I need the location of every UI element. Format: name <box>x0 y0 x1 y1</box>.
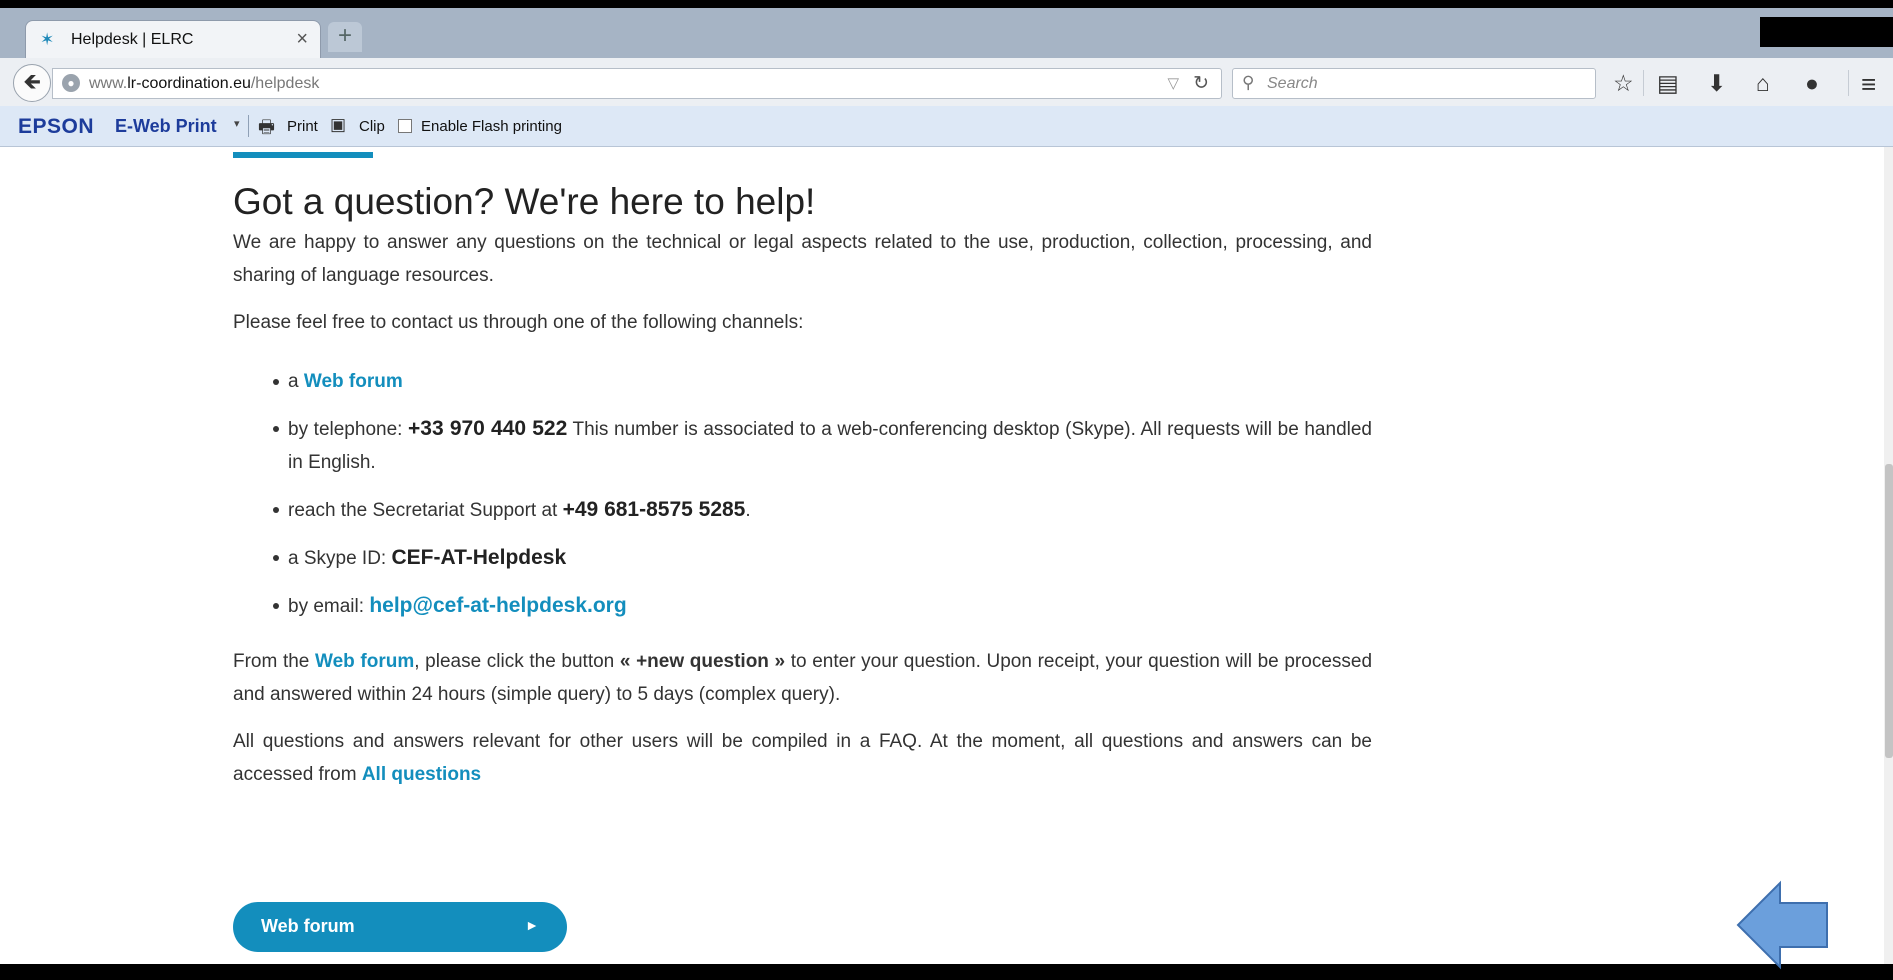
enable-flash-label[interactable]: Enable Flash printing <box>421 118 562 135</box>
list-item-telephone: by telephone: +33 970 440 522 This numbe… <box>273 412 1372 479</box>
phone-number: +33 970 440 522 <box>408 417 568 440</box>
web-forum-link-inline[interactable]: Web forum <box>315 651 414 672</box>
web-forum-button-label: Web forum <box>261 916 355 936</box>
chat-icon[interactable]: ● <box>1805 71 1819 95</box>
list-item-email: by email: help@cef-at-helpdesk.org <box>273 589 1372 623</box>
helpdesk-content: Got a question? We're here to help! We a… <box>233 181 1372 805</box>
accent-bar <box>233 152 373 158</box>
web-forum-button[interactable]: Web forum ► <box>233 902 567 952</box>
faq-paragraph: All questions and answers relevant for o… <box>233 731 1372 785</box>
page-title: Got a question? We're here to help! <box>233 181 816 222</box>
toolbar-separator <box>248 115 249 137</box>
eweb-print-menu[interactable]: E-Web Print <box>115 116 217 137</box>
epson-toolbar: EPSON E-Web Print ▾ 🖶 Print ▣ Clip Enabl… <box>0 106 1893 147</box>
download-icon[interactable]: ⬇ <box>1707 71 1726 95</box>
email-link[interactable]: help@cef-at-helpdesk.org <box>369 594 626 617</box>
tab-title: Helpdesk | ELRC <box>71 31 194 48</box>
search-icon: ⚲ <box>1242 73 1255 92</box>
process-paragraph: From the Web forum, please click the but… <box>233 651 1373 705</box>
intro-paragraph: We are happy to answer any questions on … <box>233 232 1372 286</box>
clip-icon[interactable]: ▣ <box>330 115 346 135</box>
url-text[interactable]: www.lr-coordination.eu/helpdesk <box>89 75 319 93</box>
list-item-skype: a Skype ID: CEF-AT-Helpdesk <box>273 541 1372 575</box>
toolbar-separator <box>1848 70 1849 96</box>
all-questions-link[interactable]: All questions <box>362 764 481 785</box>
browser-window: ✶ Helpdesk | ELRC × + ● www.lr-coordinat… <box>0 8 1893 964</box>
elrc-star-icon: ✶ <box>40 30 55 49</box>
menu-icon[interactable]: ≡ <box>1861 69 1876 100</box>
tab-strip: ✶ Helpdesk | ELRC × + <box>0 8 1893 58</box>
back-arrow-icon: 🡸 <box>23 69 41 94</box>
scrollbar-thumb[interactable] <box>1885 464 1893 758</box>
back-button[interactable]: 🡸 <box>13 64 51 102</box>
globe-icon: ● <box>62 74 80 92</box>
dropdown-triangle-icon[interactable]: ▽ <box>1167 74 1179 92</box>
epson-logo: EPSON <box>18 115 95 138</box>
list-item-secretariat: reach the Secretariat Support at +49 681… <box>273 493 1372 527</box>
bookmark-star-icon[interactable]: ☆ <box>1613 71 1634 95</box>
chevron-down-icon[interactable]: ▾ <box>234 117 240 130</box>
navigation-bar: ● www.lr-coordination.eu/helpdesk ▽ ↻ 🡸 … <box>0 58 1893 107</box>
search-bar[interactable]: ⚲ Search <box>1232 68 1596 99</box>
list-item-forum: a Web forum <box>273 365 1372 398</box>
vertical-scrollbar[interactable] <box>1884 147 1893 964</box>
printer-icon[interactable]: 🖶 <box>258 115 275 145</box>
window-controls <box>1760 17 1893 47</box>
play-arrow-icon: ► <box>525 917 539 933</box>
overlay-back-arrow-icon[interactable] <box>1735 880 1830 970</box>
search-placeholder: Search <box>1267 75 1318 92</box>
url-bar[interactable]: ● www.lr-coordination.eu/helpdesk ▽ ↻ <box>52 68 1222 99</box>
secretariat-number: +49 681-8575 5285 <box>562 498 746 521</box>
web-forum-link[interactable]: Web forum <box>304 371 403 392</box>
skype-id: CEF-AT-Helpdesk <box>391 546 567 569</box>
home-icon[interactable]: ⌂ <box>1756 71 1770 95</box>
clip-button[interactable]: Clip <box>359 118 385 135</box>
page-viewport: Got a question? We're here to help! We a… <box>0 147 1893 964</box>
channels-intro: Please feel free to contact us through o… <box>233 312 804 333</box>
channel-list: a Web forum by telephone: +33 970 440 52… <box>233 365 1372 623</box>
new-tab-button[interactable]: + <box>328 22 362 52</box>
new-question-label: « +new question » <box>619 651 786 672</box>
enable-flash-checkbox[interactable] <box>398 119 412 133</box>
reading-list-icon[interactable]: ▤ <box>1657 71 1679 95</box>
tab-helpdesk[interactable]: ✶ Helpdesk | ELRC × <box>25 20 321 58</box>
print-button[interactable]: Print <box>287 118 318 135</box>
reload-icon[interactable]: ↻ <box>1193 72 1209 95</box>
close-icon[interactable]: × <box>296 28 308 51</box>
toolbar-separator <box>1643 70 1644 96</box>
